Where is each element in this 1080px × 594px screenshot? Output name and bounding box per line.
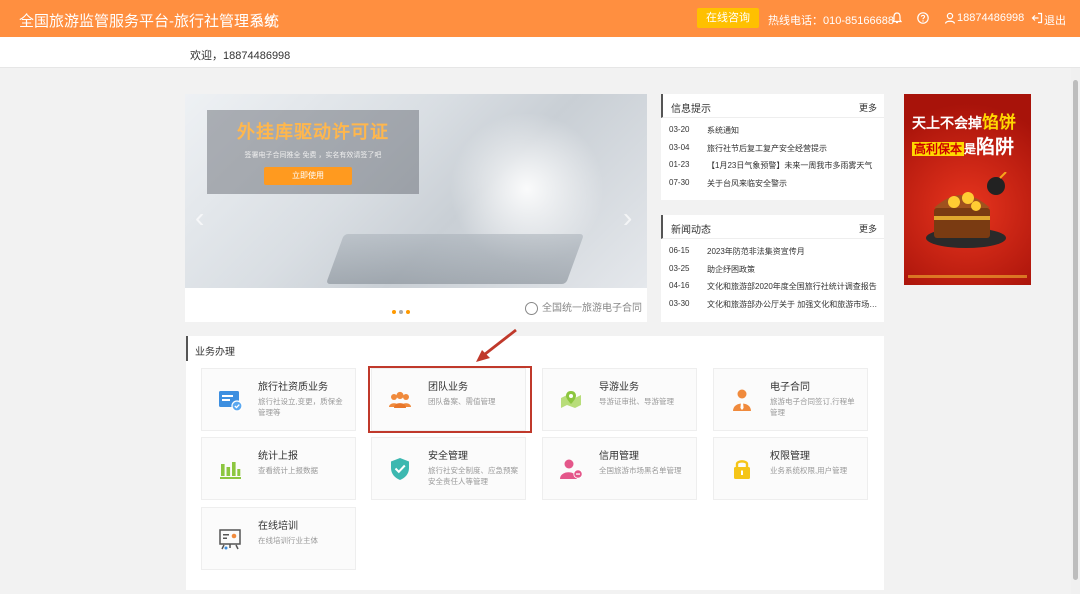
top-header: 全国旅游监管服务平台-旅行社管理系统 总览 在线咨询 热线电话：010-8516… bbox=[0, 0, 1080, 37]
card-title: 权限管理 bbox=[770, 451, 810, 462]
notice-date: 03-04 bbox=[669, 142, 690, 152]
card-description: 业务系统权限,用户管理 bbox=[770, 466, 848, 475]
warning-ad-banner[interactable]: 天上不会掉馅饼 高利保本 是陷阱 bbox=[904, 94, 1031, 285]
news-date: 03-25 bbox=[669, 263, 690, 273]
banner-caption-text: 全国统一旅游电子合同 bbox=[542, 303, 642, 314]
card-description: 查看统计上报数据 bbox=[258, 466, 318, 475]
card-agency-qualification[interactable]: 旅行社资质业务 旅行社设立,变更，质保金管理等 bbox=[201, 368, 356, 431]
card-online-training[interactable]: 在线培训 在线培训行业主体 bbox=[201, 507, 356, 570]
card-title: 安全管理 bbox=[428, 451, 468, 462]
ad-line-2: 高利保本 是陷阱 bbox=[912, 137, 1015, 158]
news-more-link[interactable]: 更多 bbox=[859, 222, 877, 235]
training-board-icon bbox=[219, 529, 241, 550]
notice-panel-header: 信息提示 更多 bbox=[661, 94, 884, 118]
bell-icon[interactable] bbox=[890, 11, 904, 25]
notice-text[interactable]: 【1月23日气象预警】未来一周我市多雨雾天气 bbox=[707, 160, 879, 171]
news-text[interactable]: 文化和旅游部2020年度全国旅行社统计调查报告 bbox=[707, 281, 879, 292]
news-text[interactable]: 助企纾困政策 bbox=[707, 264, 879, 275]
ad-line-1: 天上不会掉馅饼 bbox=[912, 113, 1016, 132]
news-date: 03-30 bbox=[669, 298, 690, 308]
card-description: 全国旅游市场黑名单管理 bbox=[599, 466, 682, 475]
notice-text[interactable]: 旅行社节后复工复产安全经营提示 bbox=[707, 143, 879, 154]
card-guide-business[interactable]: 导游业务 导游证审批、导游管理 bbox=[542, 368, 697, 431]
news-item[interactable]: 03-30 文化和旅游部办公厅关于 加强文化和旅游市场信... bbox=[661, 295, 884, 313]
notice-item[interactable]: 03-20 系统通知 bbox=[661, 121, 884, 139]
contract-person-icon bbox=[733, 389, 751, 411]
contract-seal-icon bbox=[525, 301, 538, 315]
ad-fine-print bbox=[908, 275, 1027, 278]
page-scrollbar[interactable] bbox=[1071, 68, 1080, 594]
news-text[interactable]: 2023年防范非法集资宣传月 bbox=[707, 246, 879, 257]
banner-subtext: 签署电子合同推全 免费 ，实名有效请签了吧 bbox=[244, 152, 382, 159]
welcome-text: 欢迎，18874486998 bbox=[190, 50, 291, 62]
card-description: 旅行社设立,变更，质保金管理等 bbox=[258, 397, 343, 417]
notice-date: 07-30 bbox=[669, 177, 690, 187]
banner-caption: 全国统一旅游电子合同 bbox=[525, 299, 642, 315]
carousel-next-icon[interactable]: › bbox=[623, 202, 632, 234]
bar-chart-icon bbox=[220, 462, 241, 479]
notice-item[interactable]: 03-04 旅行社节后复工复产安全经营提示 bbox=[661, 139, 884, 157]
card-statistics-report[interactable]: 统计上报 查看统计上报数据 bbox=[201, 437, 356, 500]
hotline-text: 热线电话：010-85166688 bbox=[768, 15, 894, 27]
welcome-bar: 欢迎，18874486998 bbox=[0, 37, 1080, 68]
shield-check-icon bbox=[391, 458, 409, 480]
news-date: 06-15 bbox=[669, 246, 690, 255]
news-item[interactable]: 04-16 文化和旅游部2020年度全国旅行社统计调查报告 bbox=[661, 277, 884, 295]
carousel-prev-icon[interactable]: ‹ bbox=[195, 202, 204, 234]
notice-panel: 信息提示 更多 03-20 系统通知 03-04 旅行社节后复工复产安全经营提示 0… bbox=[661, 94, 884, 200]
lock-icon bbox=[734, 460, 750, 479]
card-title: 导游业务 bbox=[599, 382, 639, 393]
card-title: 在线培训 bbox=[258, 521, 298, 532]
app-title: 全国旅游监管服务平台-旅行社管理系统 bbox=[19, 13, 279, 30]
notice-more-link[interactable]: 更多 bbox=[859, 101, 877, 114]
notice-date: 03-20 bbox=[669, 125, 690, 134]
news-item[interactable]: 06-15 2023年防范非法集资宣传月 bbox=[661, 242, 884, 260]
card-description: 在线培训行业主体 bbox=[258, 536, 318, 545]
banner-carousel[interactable]: 外挂库驱动许可证 签署电子合同推全 免费 ，实名有效请签了吧 立即使用 ‹ › … bbox=[185, 94, 647, 322]
news-panel: 新闻动态 更多 06-15 2023年防范非法集资宣传月 03-25 助企纾困政策 … bbox=[661, 215, 884, 322]
card-description: 旅游电子合同签订,行程单管理 bbox=[770, 397, 855, 417]
notice-text[interactable]: 关于台风来临安全警示 bbox=[707, 178, 879, 189]
logout-link[interactable]: 退出 bbox=[1044, 12, 1066, 28]
news-panel-title: 新闻动态 bbox=[671, 225, 711, 236]
news-date: 04-16 bbox=[669, 281, 690, 290]
card-title: 电子合同 bbox=[770, 382, 810, 393]
notice-item[interactable]: 07-30 关于台风来临安全警示 bbox=[661, 174, 884, 192]
online-consult-button[interactable]: 在线咨询 bbox=[697, 8, 759, 28]
news-item[interactable]: 03-25 助企纾困政策 bbox=[661, 260, 884, 278]
overview-link[interactable]: 总览 bbox=[253, 13, 275, 29]
notice-panel-title: 信息提示 bbox=[671, 104, 711, 115]
card-description: 旅行社安全制度、应急预案安全责任人等管理 bbox=[428, 466, 518, 486]
card-title: 统计上报 bbox=[258, 451, 298, 462]
map-pin-icon bbox=[561, 391, 581, 408]
certificate-icon bbox=[219, 391, 243, 412]
notice-date: 01-23 bbox=[669, 160, 690, 169]
notice-text[interactable]: 系统通知 bbox=[707, 125, 879, 136]
scrollbar-thumb[interactable] bbox=[1073, 80, 1078, 580]
banner-overlay: 外挂库驱动许可证 签署电子合同推全 免费 ，实名有效请签了吧 立即使用 bbox=[207, 110, 419, 194]
card-safety-management[interactable]: 安全管理 旅行社安全制度、应急预案安全责任人等管理 bbox=[371, 437, 526, 500]
banner-headline: 外挂库驱动许可证 bbox=[237, 122, 389, 142]
business-section-title: 业务办理 bbox=[195, 347, 235, 358]
credit-user-icon bbox=[560, 459, 583, 479]
annotation-arrow-icon bbox=[476, 328, 517, 362]
card-title: 旅行社资质业务 bbox=[258, 382, 328, 393]
banner-use-now-button[interactable]: 立即使用 bbox=[264, 167, 352, 185]
business-section-header: 业务办理 bbox=[186, 336, 884, 361]
card-e-contract[interactable]: 电子合同 旅游电子合同签订,行程单管理 bbox=[713, 368, 868, 431]
card-permission-management[interactable]: 权限管理 业务系统权限,用户管理 bbox=[713, 437, 868, 500]
user-icon[interactable] bbox=[943, 11, 957, 25]
card-description: 导游证审批、导游管理 bbox=[599, 397, 674, 406]
notice-item[interactable]: 01-23 【1月23日气象预警】未来一周我市多雨雾天气 bbox=[661, 156, 884, 174]
news-panel-header: 新闻动态 更多 bbox=[661, 215, 884, 239]
carousel-dots[interactable] bbox=[392, 303, 413, 317]
card-title: 信用管理 bbox=[599, 451, 639, 462]
news-text[interactable]: 文化和旅游部办公厅关于 加强文化和旅游市场信... bbox=[707, 299, 879, 310]
highlight-box bbox=[368, 366, 532, 433]
help-icon[interactable] bbox=[916, 11, 930, 25]
logout-icon[interactable] bbox=[1030, 11, 1044, 25]
card-credit-management[interactable]: 信用管理 全国旅游市场黑名单管理 bbox=[542, 437, 697, 500]
treasure-chest-icon bbox=[926, 172, 1007, 248]
username-label[interactable]: 18874486998 bbox=[957, 12, 1024, 24]
